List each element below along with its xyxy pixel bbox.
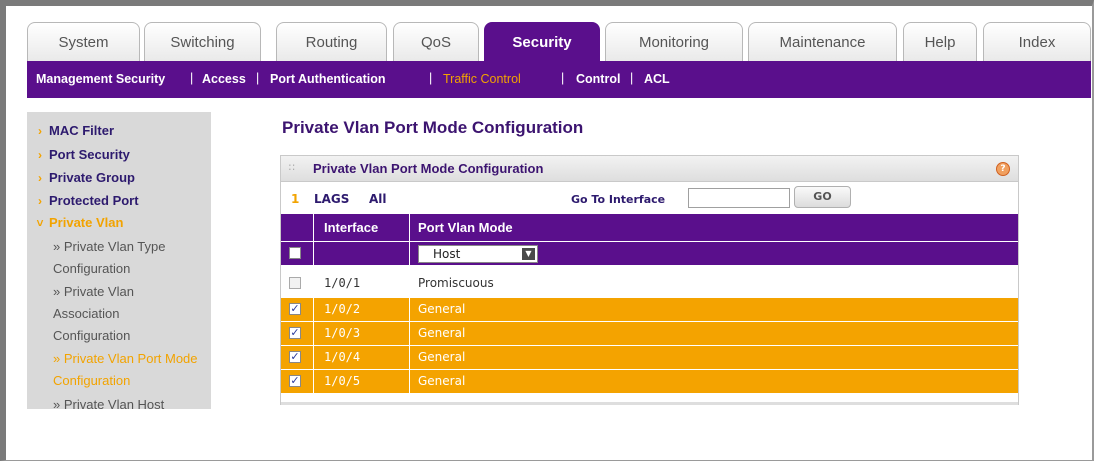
row-checkbox[interactable]: ✓ bbox=[289, 303, 301, 315]
help-icon[interactable]: ? bbox=[996, 162, 1010, 176]
goto-interface-label: Go To Interface bbox=[571, 193, 666, 206]
sidebar: › MAC Filter › Port Security › Private Grou… bbox=[27, 112, 211, 409]
sidebar-item-label: Private Group bbox=[49, 170, 135, 185]
table-control-row: Host ▼ bbox=[281, 242, 1018, 265]
row-checkbox[interactable]: ✓ bbox=[289, 327, 301, 339]
page-title: Private Vlan Port Mode Configuration bbox=[282, 118, 584, 137]
subnav-access[interactable]: Access bbox=[202, 72, 246, 86]
sidebar-item-label: MAC Filter bbox=[49, 123, 114, 138]
config-panel: :: Private Vlan Port Mode Configuration … bbox=[280, 155, 1019, 405]
panel-title: Private Vlan Port Mode Configuration bbox=[313, 161, 544, 176]
column-divider bbox=[409, 242, 410, 265]
mode-cell: General bbox=[418, 374, 466, 388]
tab-security[interactable]: Security bbox=[484, 22, 600, 62]
chevron-down-icon: ˅ bbox=[36, 216, 44, 230]
column-divider bbox=[409, 346, 410, 369]
sidebar-item-port-security[interactable]: › Port Security bbox=[27, 147, 130, 162]
tab-system[interactable]: System bbox=[27, 22, 140, 62]
interface-cell: 1/0/4 bbox=[324, 350, 361, 364]
select-value: Host bbox=[433, 247, 461, 261]
mode-cell: General bbox=[418, 326, 466, 340]
tab-index[interactable]: Index bbox=[983, 22, 1091, 62]
row-checkbox[interactable]: ✓ bbox=[289, 351, 301, 363]
port-vlan-mode-select[interactable]: Host ▼ bbox=[418, 245, 538, 263]
column-divider bbox=[313, 322, 314, 345]
tab-qos[interactable]: QoS bbox=[393, 22, 479, 62]
sub-navigation: Management Security | Access | Port Auth… bbox=[27, 61, 1091, 98]
subnav-separator: | bbox=[190, 71, 194, 85]
tab-switching[interactable]: Switching bbox=[144, 22, 261, 62]
column-divider bbox=[313, 298, 314, 321]
table-row[interactable]: ✓ 1/0/4 General bbox=[281, 346, 1018, 369]
table-row[interactable]: ✓ 1/0/2 General bbox=[281, 298, 1018, 321]
sidebar-subitem-private-vlan-port-mode[interactable]: » Private Vlan Port Mode Configuration bbox=[53, 348, 211, 392]
go-button[interactable]: GO bbox=[794, 186, 851, 208]
sidebar-item-mac-filter[interactable]: › MAC Filter bbox=[27, 123, 114, 138]
select-all-checkbox[interactable] bbox=[289, 247, 301, 259]
subnav-separator: | bbox=[429, 71, 433, 85]
sidebar-subitem-private-vlan-association[interactable]: » Private Vlan Association Configuration bbox=[53, 281, 173, 347]
sidebar-subitem-private-vlan-type[interactable]: » Private Vlan Type Configuration bbox=[53, 236, 203, 280]
mode-cell: General bbox=[418, 350, 466, 364]
table-row[interactable]: ✓ 1/0/5 General bbox=[281, 370, 1018, 393]
sidebar-item-private-vlan[interactable]: ˅ Private Vlan bbox=[27, 215, 123, 230]
filter-lags[interactable]: LAGS bbox=[314, 192, 349, 206]
column-divider bbox=[313, 214, 314, 241]
chevron-right-icon: › bbox=[38, 194, 42, 208]
sidebar-subitem-private-vlan-host[interactable]: » Private Vlan Host bbox=[53, 394, 211, 409]
row-checkbox[interactable] bbox=[289, 277, 301, 289]
filter-unit-1[interactable]: 1 bbox=[291, 192, 299, 206]
subnav-traffic-control[interactable]: Traffic Control bbox=[443, 72, 521, 86]
table-row[interactable]: 1/0/1 Promiscuous bbox=[281, 272, 1018, 295]
row-checkbox[interactable]: ✓ bbox=[289, 375, 301, 387]
sidebar-item-label: Private Vlan bbox=[49, 215, 124, 230]
tab-maintenance[interactable]: Maintenance bbox=[748, 22, 897, 62]
subnav-separator: | bbox=[630, 71, 634, 85]
tab-monitoring[interactable]: Monitoring bbox=[605, 22, 743, 62]
subnav-separator: | bbox=[561, 71, 565, 85]
tab-help[interactable]: Help bbox=[903, 22, 977, 62]
column-divider bbox=[409, 214, 410, 241]
subnav-management-security[interactable]: Management Security bbox=[36, 72, 165, 86]
sidebar-item-protected-port[interactable]: › Protected Port bbox=[27, 193, 139, 208]
column-divider bbox=[313, 370, 314, 393]
goto-interface-input[interactable] bbox=[688, 188, 790, 208]
interface-filter-row: 1 LAGS All Go To Interface GO bbox=[281, 182, 1018, 214]
subnav-control[interactable]: Control bbox=[576, 72, 620, 86]
column-divider bbox=[313, 242, 314, 265]
interface-cell: 1/0/5 bbox=[324, 374, 361, 388]
mode-cell: General bbox=[418, 302, 466, 316]
sidebar-item-label: Port Security bbox=[49, 147, 130, 162]
chevron-right-icon: › bbox=[38, 171, 42, 185]
sidebar-item-label: Protected Port bbox=[49, 193, 139, 208]
sidebar-item-private-group[interactable]: › Private Group bbox=[27, 170, 135, 185]
column-divider bbox=[409, 370, 410, 393]
column-divider bbox=[409, 322, 410, 345]
dropdown-arrow-icon: ▼ bbox=[522, 248, 535, 260]
mode-cell: Promiscuous bbox=[418, 276, 494, 290]
interface-cell: 1/0/1 bbox=[324, 276, 361, 290]
panel-header: :: Private Vlan Port Mode Configuration … bbox=[281, 156, 1018, 182]
column-header-interface: Interface bbox=[324, 220, 379, 235]
chevron-right-icon: › bbox=[38, 148, 42, 162]
chevron-right-icon: › bbox=[38, 124, 42, 138]
table-header: Interface Port Vlan Mode bbox=[281, 214, 1018, 241]
drag-handle-icon: :: bbox=[288, 160, 296, 173]
interface-cell: 1/0/3 bbox=[324, 326, 361, 340]
panel-footer-bar bbox=[281, 402, 1018, 405]
subnav-port-authentication[interactable]: Port Authentication bbox=[270, 72, 386, 86]
main-tab-bar: System Switching Routing QoS Security Mo… bbox=[27, 22, 1091, 62]
subnav-separator: | bbox=[256, 71, 260, 85]
column-divider bbox=[409, 298, 410, 321]
column-header-port-vlan-mode: Port Vlan Mode bbox=[418, 220, 513, 235]
column-divider bbox=[313, 346, 314, 369]
tab-routing[interactable]: Routing bbox=[276, 22, 387, 62]
table-row[interactable]: ✓ 1/0/3 General bbox=[281, 322, 1018, 345]
interface-cell: 1/0/2 bbox=[324, 302, 361, 316]
subnav-acl[interactable]: ACL bbox=[644, 72, 670, 86]
filter-all[interactable]: All bbox=[369, 192, 387, 206]
